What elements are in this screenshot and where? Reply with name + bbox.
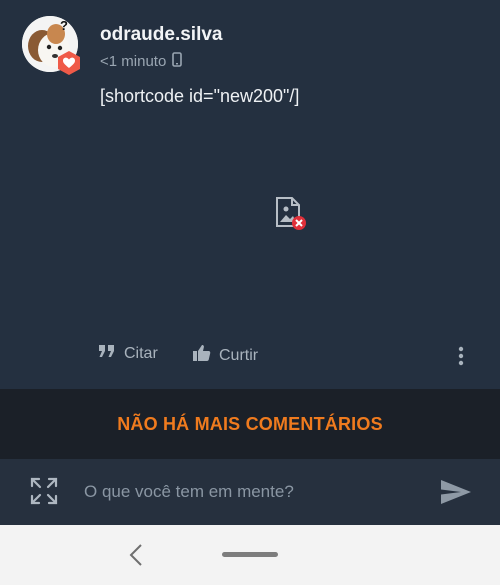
comment-input[interactable] [84,475,414,509]
expand-icon[interactable] [30,477,58,505]
home-gesture-bar[interactable] [222,552,278,557]
svg-text:?: ? [60,18,68,33]
system-navigation-bar [0,525,500,585]
timestamp: <1 minuto [100,53,167,70]
comment-actions: Citar Curtir [0,342,500,372]
thumbs-up-icon [192,344,211,367]
back-arrow-icon[interactable] [126,543,146,567]
mobile-device-icon [172,52,183,71]
like-label: Curtir [219,346,259,364]
quote-label: Citar [124,344,158,362]
post-meta: <1 minuto [100,52,183,71]
quote-button[interactable]: Citar [98,344,158,363]
comment-text: [shortcode id="new200"/] [100,86,300,106]
more-options-icon[interactable] [452,344,470,368]
comment-card: ? odraude.silva <1 minuto [shortcode id=… [0,0,500,389]
quote-icon [98,344,116,363]
like-button[interactable]: Curtir [192,344,258,367]
username[interactable]: odraude.silva [100,24,223,46]
comment-composer [0,459,500,525]
send-icon[interactable] [440,479,472,505]
broken-image-icon [274,196,308,232]
no-more-comments-banner: NÃO HÁ MAIS COMENTÁRIOS [0,389,500,459]
heart-badge-icon [56,50,82,76]
